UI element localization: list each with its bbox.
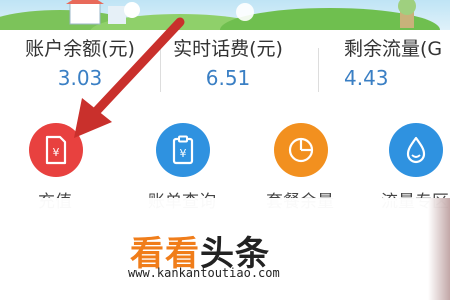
stat-divider <box>318 48 319 92</box>
remaining-data-stat[interactable]: 剩余流量(G 4.43 <box>320 30 450 90</box>
pie-chart-icon <box>288 137 314 163</box>
remaining-data-label: 剩余流量(G <box>344 38 443 60</box>
header-banner <box>0 0 450 30</box>
bill-query-icon-circle[interactable]: ¥ <box>156 123 210 177</box>
landscape-illustration <box>0 0 440 30</box>
recharge-icon-circle[interactable]: ¥ <box>29 123 83 177</box>
watermark-edge <box>428 198 450 300</box>
receipt-yen-icon: ¥ <box>45 135 67 165</box>
svg-text:¥: ¥ <box>180 147 187 160</box>
watermark-overlay: 看看头条 www.kankantoutiao.com <box>0 198 450 300</box>
balance-value: 3.03 <box>57 66 103 90</box>
balance-label: 账户余额(元) <box>25 38 135 60</box>
account-stats: 账户余额(元) 3.03 实时话费(元) 6.51 剩余流量(G 4.43 <box>0 30 450 98</box>
remaining-data-value: 4.43 <box>344 66 389 90</box>
watermark-url: www.kankantoutiao.com <box>128 266 280 280</box>
realtime-fee-stat[interactable]: 实时话费(元) 6.51 <box>148 30 308 90</box>
svg-text:¥: ¥ <box>53 146 60 159</box>
realtime-fee-value: 6.51 <box>205 66 251 90</box>
plan-balance-icon-circle[interactable] <box>274 123 328 177</box>
clipboard-yen-icon: ¥ <box>172 135 194 165</box>
balance-stat[interactable]: 账户余额(元) 3.03 <box>0 30 160 90</box>
data-zone-icon-circle[interactable] <box>389 123 443 177</box>
stat-divider <box>160 48 161 92</box>
realtime-fee-label: 实时话费(元) <box>173 38 283 60</box>
droplet-icon <box>406 136 426 164</box>
